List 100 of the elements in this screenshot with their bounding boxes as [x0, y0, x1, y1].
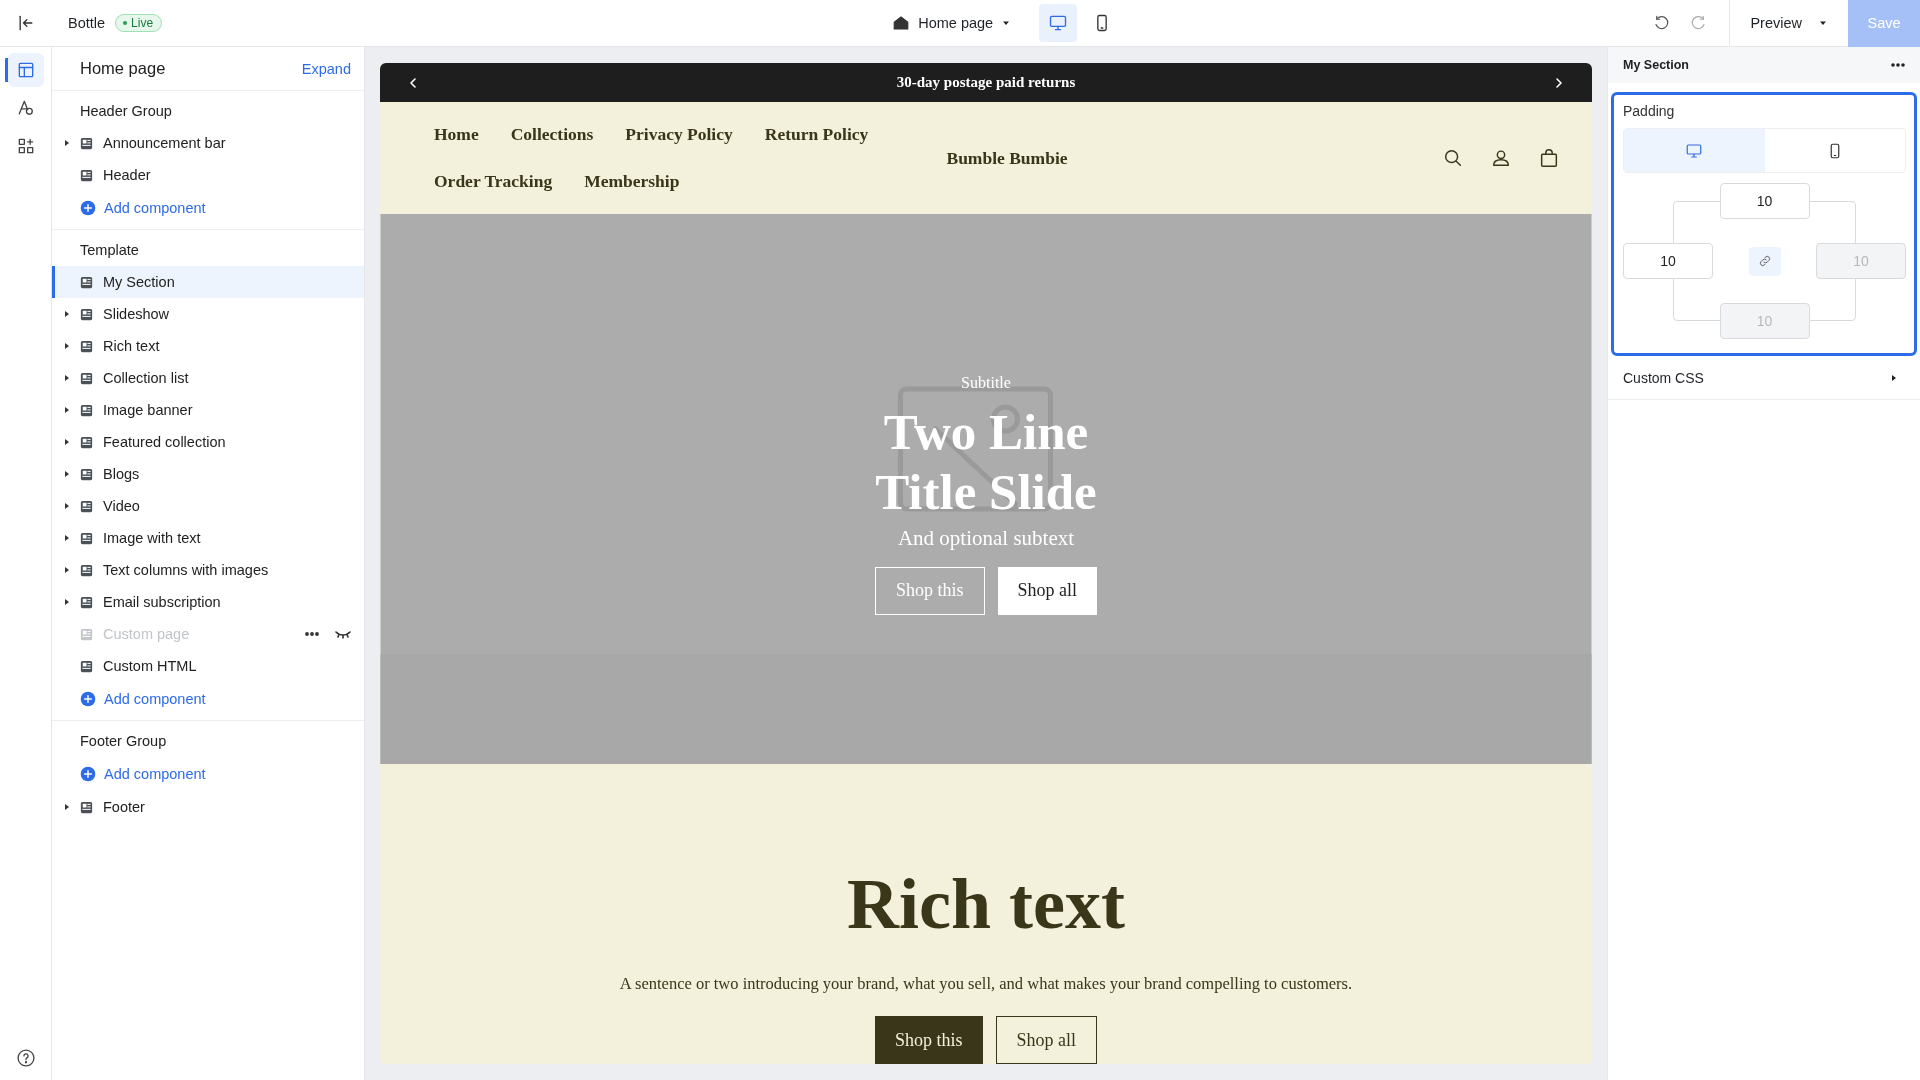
add-component-button[interactable]: Add component [52, 682, 364, 716]
nav-link[interactable]: Membership [584, 171, 680, 192]
group-label: Header Group [79, 102, 173, 121]
tree-item[interactable]: Featured collection [52, 426, 364, 458]
tree-item[interactable]: Collection list [52, 362, 364, 394]
section-icon [79, 306, 94, 322]
nav-link[interactable]: Order Tracking [434, 171, 553, 192]
item-label: Email subscription [103, 594, 222, 610]
eye-closed-icon[interactable] [334, 629, 352, 639]
section-icon [79, 135, 94, 151]
tree-item[interactable]: Slideshow [52, 298, 364, 330]
link-icon [1757, 254, 1772, 268]
item-label: Footer [103, 799, 146, 815]
expand-caret-icon[interactable] [63, 139, 71, 147]
item-label: Text columns with images [103, 562, 270, 578]
padding-label: Padding [1623, 103, 1676, 119]
expand-caret-icon[interactable] [63, 406, 71, 414]
device-toggle[interactable] [1039, 4, 1078, 42]
tree-item[interactable]: Image with text [52, 522, 364, 554]
section-icon [79, 167, 94, 183]
expand-caret-icon[interactable] [63, 566, 71, 574]
section-icon [79, 530, 94, 546]
expand-caret-icon[interactable] [63, 342, 71, 350]
more-icon[interactable] [1890, 62, 1906, 68]
group-label: Footer Group [79, 732, 168, 751]
expand-caret-icon[interactable] [63, 803, 71, 811]
rail-tab[interactable] [7, 53, 44, 87]
rich-text-paragraph: A sentence or two introducing your brand, what you sell, and what makes your brand compelling to customers. [619, 974, 1353, 994]
tree-item[interactable]: Blogs [52, 458, 364, 490]
hero-title: Two Line Title Slide [874, 402, 1098, 522]
section-title: My Section [1623, 58, 1689, 72]
section-icon [79, 498, 94, 514]
rich-text-heading: Rich text [847, 864, 1125, 944]
search-icon[interactable] [1442, 147, 1464, 169]
expand-caret-icon [1890, 373, 1898, 382]
expand-caret-icon[interactable] [63, 534, 71, 542]
section-icon [79, 658, 94, 674]
shop-button[interactable]: Shop all [997, 566, 1097, 615]
plus-icon [80, 200, 96, 216]
expand-link[interactable]: Expand [301, 60, 351, 77]
item-label: Announcement bar [103, 135, 227, 151]
nav-link[interactable]: Return Policy [764, 124, 869, 145]
desktop-icon [1685, 141, 1704, 160]
tree-item[interactable]: Text columns with images [52, 554, 364, 586]
tree-item[interactable]: Header [52, 159, 364, 191]
item-label: My Section [103, 274, 176, 290]
desktop-icon [1048, 13, 1069, 33]
add-component-button[interactable]: Add component [52, 191, 364, 225]
padding-input[interactable]: 10 [1623, 243, 1713, 279]
status-badge: Live [115, 14, 163, 32]
section-icon [79, 402, 94, 418]
nav-link[interactable]: Collections [510, 124, 594, 145]
link-toggle[interactable] [1748, 246, 1781, 276]
plus-icon [80, 691, 96, 707]
help-icon[interactable] [15, 1048, 36, 1068]
tree-item[interactable]: Video [52, 490, 364, 522]
bag-icon[interactable] [1538, 147, 1560, 169]
more-icon[interactable] [304, 631, 320, 637]
tree-item[interactable]: Email subscription [52, 586, 364, 618]
page-dropdown[interactable]: Home page [892, 14, 1012, 32]
padding-input[interactable]: 10 [1719, 183, 1810, 219]
group-label: Template [79, 241, 140, 260]
tree-item[interactable]: Rich text [52, 330, 364, 362]
section-icon [79, 370, 94, 386]
section-icon [79, 338, 94, 354]
shop-button[interactable]: Shop all [995, 1016, 1097, 1064]
item-label: Image banner [103, 402, 194, 418]
site-name: Bottle [68, 15, 106, 31]
hero-subtext: And optional subtext [897, 525, 1075, 551]
nav-link[interactable]: Home [434, 124, 479, 145]
item-label: Image with text [103, 530, 202, 546]
account-icon[interactable] [1490, 147, 1512, 169]
add-component-button[interactable]: Add component [52, 757, 364, 791]
tree-item[interactable]: Footer [52, 791, 364, 823]
plus-icon [80, 766, 96, 782]
expand-caret-icon[interactable] [63, 310, 71, 318]
item-label: Featured collection [103, 434, 227, 450]
shop-button[interactable]: Shop this [874, 1016, 983, 1064]
section-icon [79, 562, 94, 578]
store-logo[interactable]: Bumble Bumbie [946, 147, 1068, 169]
home-icon [892, 14, 911, 32]
item-label: Collection list [103, 370, 190, 386]
tree-item[interactable]: Image banner [52, 394, 364, 426]
tree-item[interactable]: Announcement bar [52, 127, 364, 159]
item-label: Rich text [103, 338, 161, 354]
panel-title: Home page [80, 59, 166, 78]
nav-link[interactable]: Privacy Policy [625, 124, 733, 145]
expand-caret-icon[interactable] [63, 598, 71, 606]
expand-caret-icon[interactable] [63, 374, 71, 382]
tree-item[interactable]: Custom HTML [52, 650, 364, 682]
expand-caret-icon[interactable] [63, 470, 71, 478]
section-icon [79, 594, 94, 610]
custom-css-row[interactable]: Custom CSS [1608, 356, 1920, 400]
section-icon [79, 799, 94, 815]
expand-caret-icon[interactable] [63, 438, 71, 446]
section-icon [79, 626, 94, 642]
tree-item[interactable]: My Section [52, 266, 364, 298]
hero-subtitle: Subtitle [961, 373, 1011, 392]
item-label: Custom page [103, 626, 191, 642]
expand-caret-icon[interactable] [63, 502, 71, 510]
